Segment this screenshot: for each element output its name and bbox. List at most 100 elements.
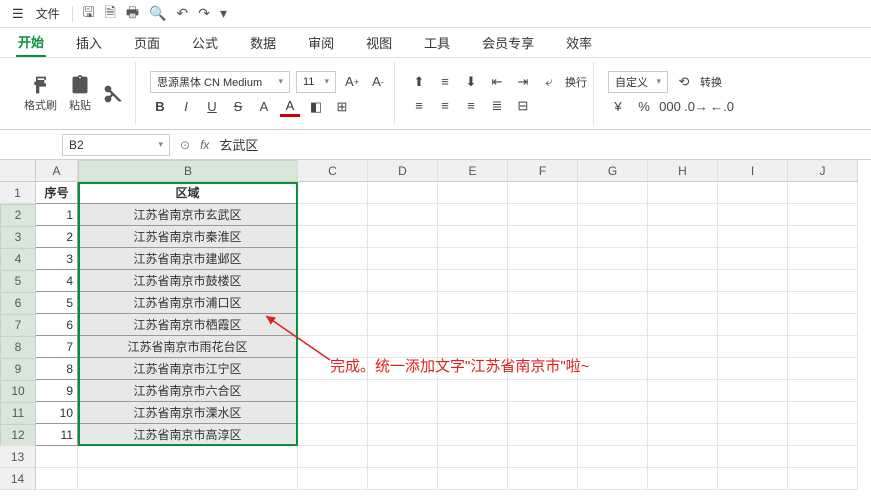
cell[interactable]: 江苏省南京市高淳区 [78,424,298,446]
cell[interactable]: 8 [36,358,78,380]
print-icon[interactable]: 🖶 [122,0,143,28]
align-right-icon[interactable]: ≡ [461,96,481,116]
cell[interactable] [648,380,718,402]
cell[interactable] [508,226,578,248]
cell[interactable] [438,468,508,490]
cell[interactable]: 江苏省南京市溧水区 [78,402,298,424]
cell[interactable] [298,182,368,204]
currency-icon[interactable]: ¥ [608,97,628,117]
cell[interactable] [718,424,788,446]
cell[interactable] [578,270,648,292]
font-size-select[interactable]: 11▾ [296,71,336,93]
cell[interactable] [36,468,78,490]
cell[interactable] [788,468,858,490]
spreadsheet-grid[interactable]: ABCDEFGHIJ 1234567891011121314 序号区域1江苏省南… [0,160,871,502]
border-button[interactable]: ⊞ [332,97,352,117]
cell[interactable] [788,204,858,226]
row-head-6[interactable]: 6 [0,292,36,314]
cell[interactable] [648,292,718,314]
cell[interactable] [578,204,648,226]
cell[interactable] [78,468,298,490]
cell[interactable] [438,270,508,292]
row-head-14[interactable]: 14 [0,468,36,490]
cell[interactable] [648,402,718,424]
cell[interactable] [438,314,508,336]
col-head-G[interactable]: G [578,160,648,182]
cell[interactable]: 7 [36,336,78,358]
col-head-F[interactable]: F [508,160,578,182]
cell[interactable] [648,424,718,446]
cell[interactable]: 3 [36,248,78,270]
decimal-dec-icon[interactable]: ←.0 [712,97,732,117]
tab-页面[interactable]: 页面 [132,29,162,56]
tab-公式[interactable]: 公式 [190,29,220,56]
cell[interactable] [368,314,438,336]
cell[interactable] [438,182,508,204]
underline-button[interactable]: U [202,97,222,117]
name-box[interactable]: B2▾ [62,134,170,156]
cell[interactable] [578,424,648,446]
justify-icon[interactable]: ≣ [487,96,507,116]
cell[interactable]: 江苏省南京市六合区 [78,380,298,402]
cell[interactable]: 5 [36,292,78,314]
row-head-7[interactable]: 7 [0,314,36,336]
cell[interactable] [508,182,578,204]
cell[interactable]: 江苏省南京市浦口区 [78,292,298,314]
cell[interactable] [788,358,858,380]
cell[interactable] [508,314,578,336]
number-format-select[interactable]: 自定义▾ [608,71,668,93]
cell[interactable] [718,270,788,292]
font-color-button[interactable]: A [280,97,300,117]
cell[interactable] [578,292,648,314]
cell[interactable] [648,270,718,292]
italic-button[interactable]: I [176,97,196,117]
formula-input[interactable]: 玄武区 [219,135,258,154]
cell[interactable] [718,204,788,226]
paste-button[interactable]: 粘贴 [63,73,97,115]
col-head-J[interactable]: J [788,160,858,182]
cell[interactable] [368,292,438,314]
cell[interactable] [298,446,368,468]
row-head-13[interactable]: 13 [0,446,36,468]
cell[interactable]: 江苏省南京市雨花台区 [78,336,298,358]
cell[interactable] [368,248,438,270]
cell[interactable]: 江苏省南京市栖霞区 [78,314,298,336]
cell[interactable] [788,446,858,468]
save-as-icon[interactable]: 🗎 [101,0,120,28]
cell[interactable] [718,402,788,424]
cell[interactable] [438,204,508,226]
row-head-1[interactable]: 1 [0,182,36,204]
cell[interactable]: 江苏省南京市建邺区 [78,248,298,270]
fill-color-button[interactable]: ◧ [306,97,326,117]
cell[interactable] [298,292,368,314]
cell[interactable] [578,248,648,270]
tab-效率[interactable]: 效率 [564,29,594,56]
cell[interactable] [508,248,578,270]
increase-font-icon[interactable]: A+ [342,72,362,92]
row-head-5[interactable]: 5 [0,270,36,292]
cell[interactable] [718,468,788,490]
row-head-2[interactable]: 2 [0,204,36,226]
cell[interactable]: 序号 [36,182,78,204]
cell[interactable] [508,204,578,226]
cell[interactable] [648,336,718,358]
cell[interactable] [438,446,508,468]
row-head-9[interactable]: 9 [0,358,36,380]
dropdown-icon[interactable]: ▾ [216,3,231,24]
highlight-button[interactable]: A [254,97,274,117]
cell[interactable] [508,468,578,490]
cell[interactable] [508,292,578,314]
cell[interactable] [298,314,368,336]
select-all-corner[interactable] [0,160,36,182]
cell[interactable] [508,402,578,424]
col-head-I[interactable]: I [718,160,788,182]
align-bottom-icon[interactable]: ⬇ [461,72,481,92]
cell[interactable] [438,248,508,270]
cell[interactable] [298,468,368,490]
row-head-3[interactable]: 3 [0,226,36,248]
tab-视图[interactable]: 视图 [364,29,394,56]
cell[interactable] [368,204,438,226]
convert-button[interactable]: ⟲ [674,72,694,92]
tab-审阅[interactable]: 审阅 [306,29,336,56]
cell[interactable] [438,402,508,424]
